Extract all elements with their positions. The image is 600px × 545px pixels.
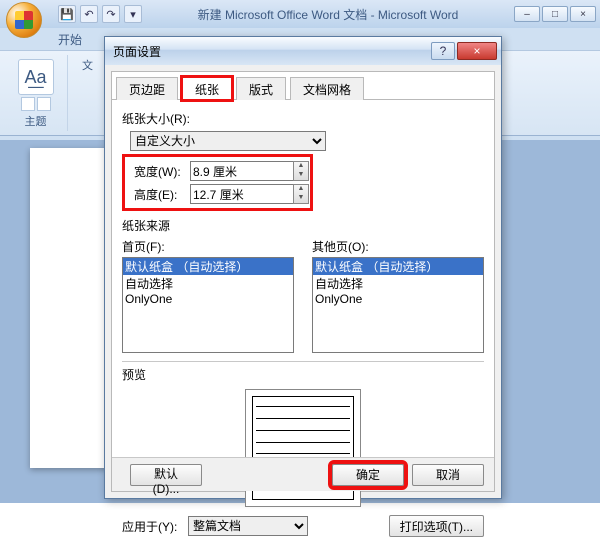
width-spinner[interactable]: ▲▼ — [293, 161, 309, 181]
first-page-label: 首页(F): — [122, 238, 294, 255]
paper-size-label: 纸张大小(R): — [122, 110, 484, 127]
print-options-button[interactable]: 打印选项(T)... — [389, 515, 484, 537]
apply-to-label: 应用于(Y): — [122, 518, 188, 535]
ribbon-group-label: 文 — [72, 57, 103, 73]
first-page-listbox[interactable]: 默认纸盒 （自动选择） 自动选择 OnlyOne — [122, 257, 294, 353]
color-swatch[interactable] — [37, 97, 51, 111]
paper-size-combo[interactable]: 自定义大小 — [130, 131, 326, 151]
tab-layout[interactable]: 版式 — [236, 77, 286, 100]
paper-source-label: 纸张来源 — [122, 217, 484, 234]
ribbon-tab-home[interactable]: 开始 — [48, 29, 92, 50]
width-input[interactable] — [190, 161, 294, 181]
list-item[interactable]: 默认纸盒 （自动选择） — [123, 258, 293, 275]
titlebar: 💾 ↶ ↷ ▾ 新建 Microsoft Office Word 文档 - Mi… — [0, 0, 600, 28]
save-icon[interactable]: 💾 — [58, 5, 76, 23]
list-item[interactable]: 自动选择 — [313, 275, 483, 292]
tab-paper[interactable]: 纸张 — [182, 77, 232, 100]
other-pages-listbox[interactable]: 默认纸盒 （自动选择） 自动选择 OnlyOne — [312, 257, 484, 353]
minimize-button[interactable]: – — [514, 6, 540, 22]
redo-icon[interactable]: ↷ — [102, 5, 120, 23]
preview-label: 预览 — [122, 366, 484, 383]
dialog-help-button[interactable]: ? — [431, 42, 455, 60]
list-item[interactable]: OnlyOne — [123, 292, 293, 306]
dialog-body: 页边距 纸张 版式 文档网格 纸张大小(R): 自定义大小 宽度(W): ▲▼ … — [111, 71, 495, 492]
ribbon-group-text: 文 — [68, 55, 108, 131]
dialog-tabs: 页边距 纸张 版式 文档网格 — [112, 76, 494, 100]
qat-more-icon[interactable]: ▾ — [124, 5, 142, 23]
tab-margins[interactable]: 页边距 — [116, 77, 178, 100]
dialog-titlebar: 页面设置 ? × — [105, 37, 501, 65]
ribbon-group-label: 主题 — [8, 113, 63, 129]
close-button[interactable]: × — [570, 6, 596, 22]
ok-button[interactable]: 确定 — [332, 464, 404, 486]
window-controls: – □ × — [514, 6, 596, 22]
page-setup-dialog: 页面设置 ? × 页边距 纸张 版式 文档网格 纸张大小(R): 自定义大小 宽… — [104, 36, 502, 499]
dialog-button-bar: 默认(D)... 确定 取消 — [112, 457, 494, 491]
width-label: 宽度(W): — [126, 163, 190, 180]
height-label: 高度(E): — [126, 186, 190, 203]
theme-icon[interactable]: A͟a — [18, 59, 54, 95]
apply-to-combo[interactable]: 整篇文档 — [188, 516, 308, 536]
default-button[interactable]: 默认(D)... — [130, 464, 202, 486]
height-input[interactable] — [190, 184, 294, 204]
office-button[interactable] — [6, 2, 42, 38]
window-title: 新建 Microsoft Office Word 文档 - Microsoft … — [142, 6, 514, 23]
other-pages-label: 其他页(O): — [312, 238, 484, 255]
undo-icon[interactable]: ↶ — [80, 5, 98, 23]
cancel-button[interactable]: 取消 — [412, 464, 484, 486]
quick-access-toolbar: 💾 ↶ ↷ ▾ — [58, 5, 142, 23]
height-spinner[interactable]: ▲▼ — [293, 184, 309, 204]
ribbon-group-theme: A͟a 主题 — [4, 55, 68, 131]
list-item[interactable]: 自动选择 — [123, 275, 293, 292]
dialog-close-button[interactable]: × — [457, 42, 497, 60]
dialog-title: 页面设置 — [109, 43, 431, 60]
list-item[interactable]: 默认纸盒 （自动选择） — [313, 258, 483, 275]
color-swatch[interactable] — [21, 97, 35, 111]
list-item[interactable]: OnlyOne — [313, 292, 483, 306]
tab-grid[interactable]: 文档网格 — [290, 77, 364, 100]
maximize-button[interactable]: □ — [542, 6, 568, 22]
